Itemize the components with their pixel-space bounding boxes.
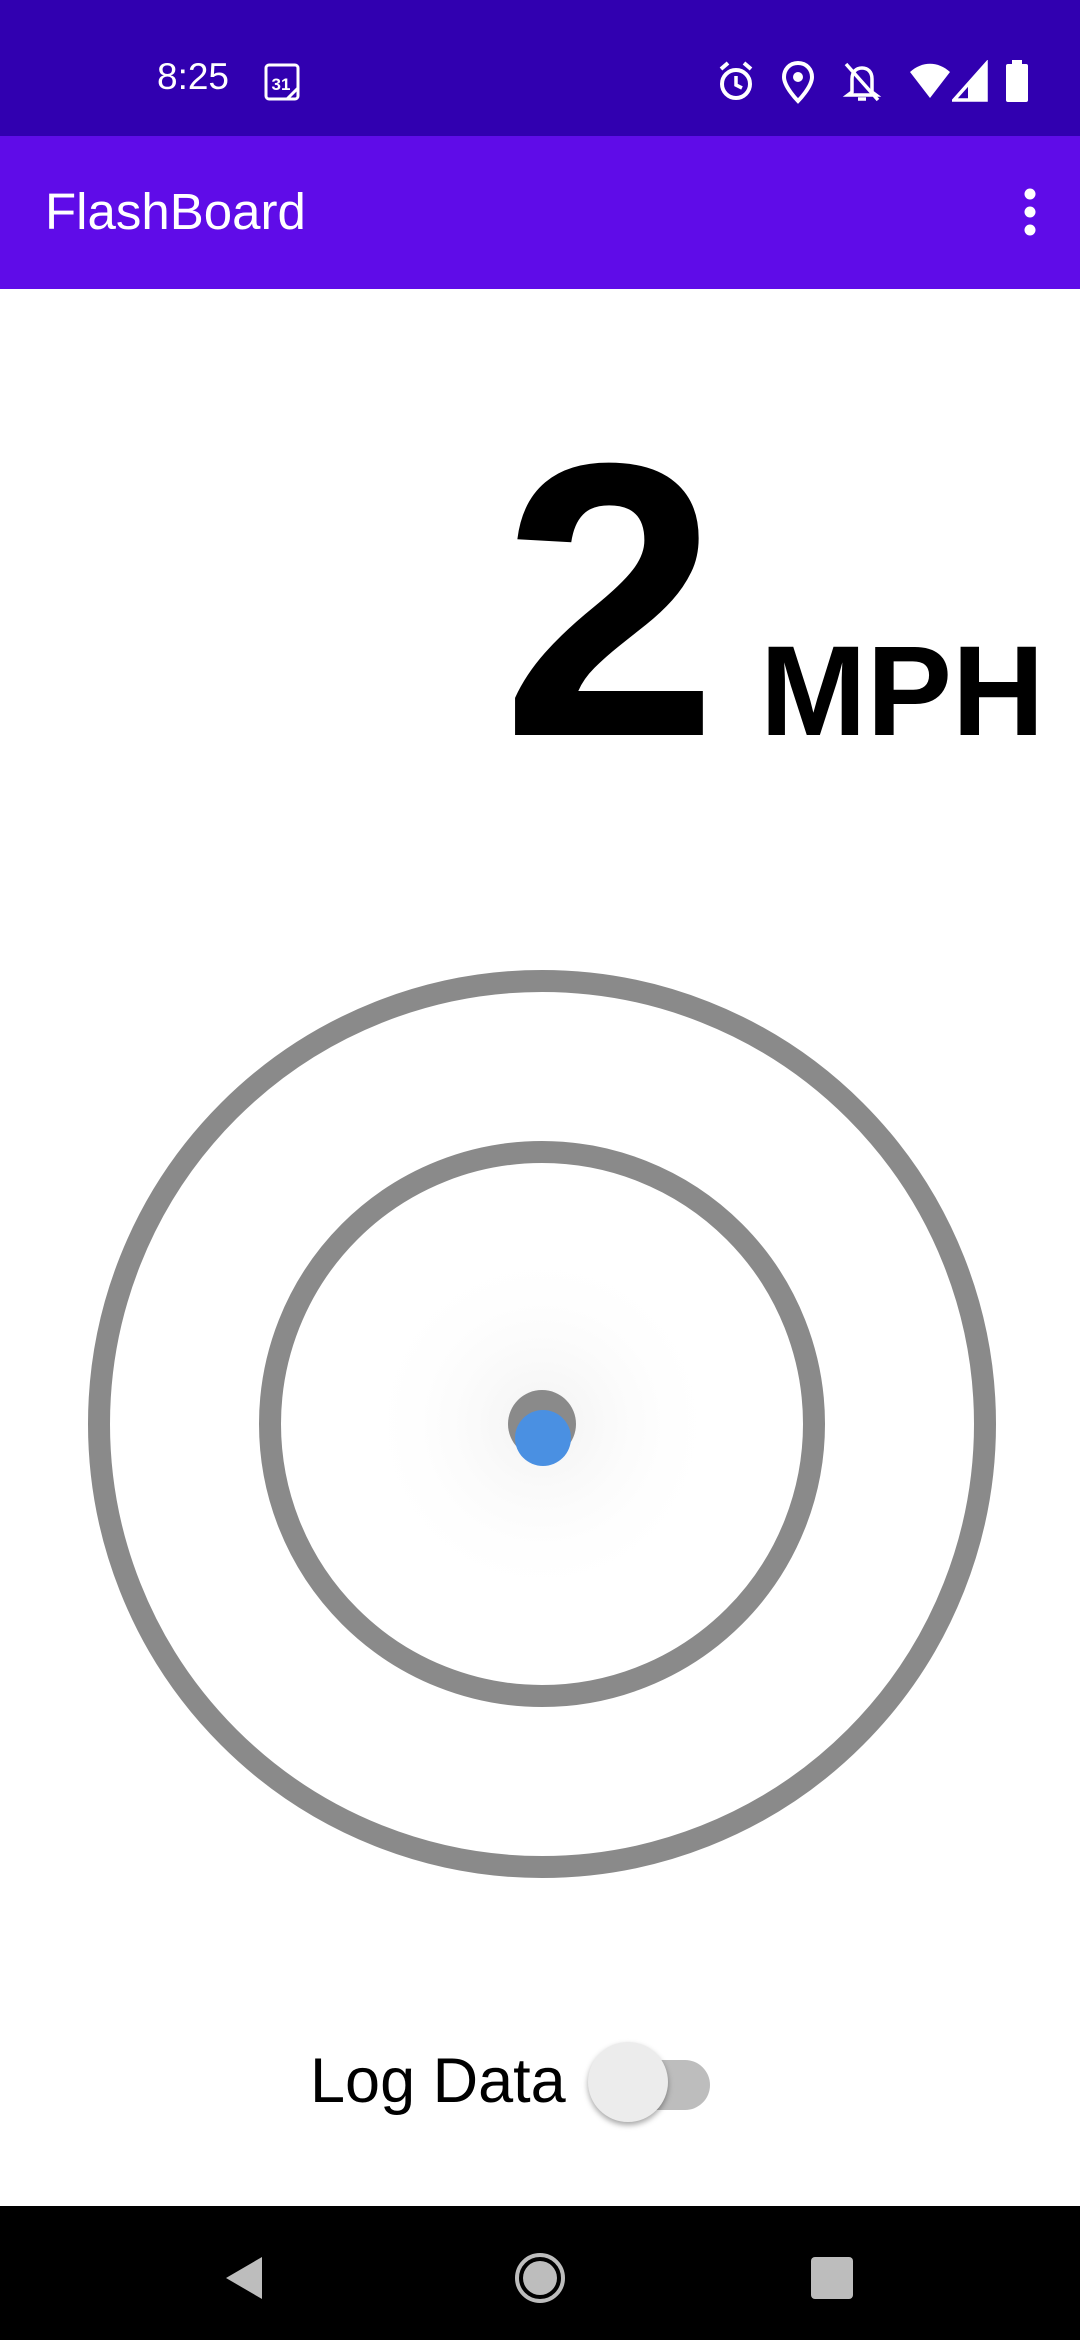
log-data-switch[interactable] [588, 2040, 722, 2124]
log-data-label: Log Data [310, 2046, 566, 2116]
level-target [0, 960, 1080, 1890]
recents-icon[interactable] [802, 2248, 862, 2308]
app-title: FlashBoard [45, 183, 306, 240]
alarm-icon [716, 60, 756, 109]
location-icon [780, 60, 816, 109]
notifications-off-icon [842, 60, 882, 109]
speed-value: 2 [501, 382, 719, 818]
nav-bar [0, 2206, 1080, 2340]
position-dot [515, 1410, 571, 1466]
calendar-icon: 31 [263, 62, 303, 102]
app-bar: FlashBoard [0, 136, 1080, 289]
signal-icon [950, 59, 988, 109]
battery-icon [1004, 60, 1030, 109]
calendar-date: 31 [272, 75, 291, 94]
status-time: 8:25 [157, 56, 230, 97]
wifi-icon [908, 60, 952, 109]
back-icon[interactable] [214, 2248, 274, 2308]
more-vert-icon[interactable] [1000, 174, 1060, 250]
speed-unit: MPH [760, 620, 1045, 763]
status-bar: 8:25 31 [0, 0, 1080, 136]
switch-thumb [588, 2042, 668, 2122]
log-row: Log Data [0, 2040, 1080, 2130]
home-icon[interactable] [510, 2248, 570, 2308]
